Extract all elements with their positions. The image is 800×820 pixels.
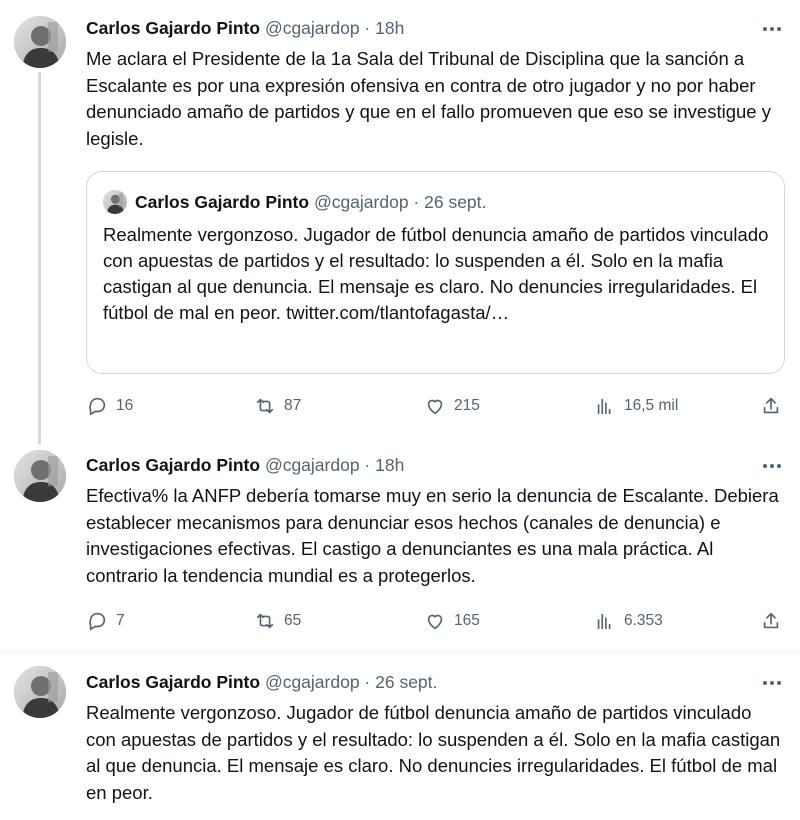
retweet-button[interactable]: 87 <box>254 392 301 420</box>
author-name[interactable]: Carlos Gajardo Pinto <box>86 672 260 692</box>
tweet[interactable]: Carlos Gajardo Pinto @cgajardop · 26 sep… <box>0 652 800 820</box>
tweet-text: Efectiva% la ANFP debería tomarse muy en… <box>86 485 779 586</box>
avatar <box>103 190 127 214</box>
share-icon <box>763 612 779 629</box>
like-button[interactable]: 215 <box>424 392 480 420</box>
author-handle-time[interactable]: @cgajardop · 18h <box>265 455 404 475</box>
avatar[interactable] <box>14 666 66 718</box>
tweet-actions: 16 87 215 16,5 mil <box>86 392 786 420</box>
author-name[interactable]: Carlos Gajardo Pinto <box>86 18 260 38</box>
reply-icon <box>89 612 106 631</box>
reply-icon <box>89 397 106 416</box>
thread-line <box>38 72 41 444</box>
tweet-text: Me aclara el Presidente de la 1a Sala de… <box>86 48 771 149</box>
views-count: 16,5 mil <box>624 397 679 414</box>
reply-button[interactable]: 7 <box>86 607 125 635</box>
tweet-header: Carlos Gajardo Pinto @cgajardop · 26 sep… <box>86 670 437 694</box>
quoted-tweet[interactable]: Carlos Gajardo Pinto @cgajardop · 26 sep… <box>86 171 785 374</box>
retweet-count: 87 <box>284 397 302 414</box>
quoted-tweet-text: Realmente vergonzoso. Jugador de fútbol … <box>103 224 769 323</box>
tweet[interactable]: Carlos Gajardo Pinto @cgajardop · 18h Ef… <box>0 436 800 650</box>
retweet-icon <box>256 398 274 414</box>
tweet-actions: 7 65 165 6.353 <box>86 607 786 635</box>
tweet-header: Carlos Gajardo Pinto @cgajardop · 18h <box>86 16 404 40</box>
author-handle-time[interactable]: @cgajardop · 26 sept. <box>265 672 437 692</box>
avatar[interactable] <box>14 16 66 68</box>
like-count: 215 <box>454 397 480 414</box>
tweet-text: Realmente vergonzoso. Jugador de fútbol … <box>86 702 781 803</box>
views-count: 6.353 <box>624 612 663 629</box>
more-options-icon[interactable] <box>758 20 786 38</box>
author-handle-time[interactable]: @cgajardop · 18h <box>265 18 404 38</box>
author-name: Carlos Gajardo Pinto <box>135 192 310 212</box>
views-icon <box>597 398 611 415</box>
like-button[interactable]: 165 <box>424 607 480 635</box>
more-options-icon[interactable] <box>758 457 786 475</box>
heart-icon <box>427 614 443 630</box>
quoted-tweet-header: Carlos Gajardo Pinto @cgajardop · 26 sep… <box>135 190 486 214</box>
reply-button[interactable]: 16 <box>86 392 133 420</box>
views-button[interactable]: 16,5 mil <box>594 392 678 420</box>
like-count: 165 <box>454 612 480 629</box>
views-icon <box>597 613 611 630</box>
reply-count: 16 <box>116 397 134 414</box>
reply-count: 7 <box>116 612 125 629</box>
heart-icon <box>427 399 443 415</box>
author-handle-time: @cgajardop · 26 sept. <box>313 192 487 212</box>
views-button[interactable]: 6.353 <box>594 607 663 635</box>
more-options-icon[interactable] <box>758 674 786 692</box>
retweet-icon <box>256 613 274 629</box>
tweet[interactable]: Carlos Gajardo Pinto @cgajardop · 18h Me… <box>0 0 800 444</box>
author-name[interactable]: Carlos Gajardo Pinto <box>86 455 260 475</box>
tweet-header: Carlos Gajardo Pinto @cgajardop · 18h <box>86 453 404 477</box>
share-icon <box>763 397 779 414</box>
share-button[interactable] <box>760 392 782 420</box>
share-button[interactable] <box>760 607 782 635</box>
avatar[interactable] <box>14 450 66 502</box>
retweet-button[interactable]: 65 <box>254 607 301 635</box>
retweet-count: 65 <box>284 612 302 629</box>
